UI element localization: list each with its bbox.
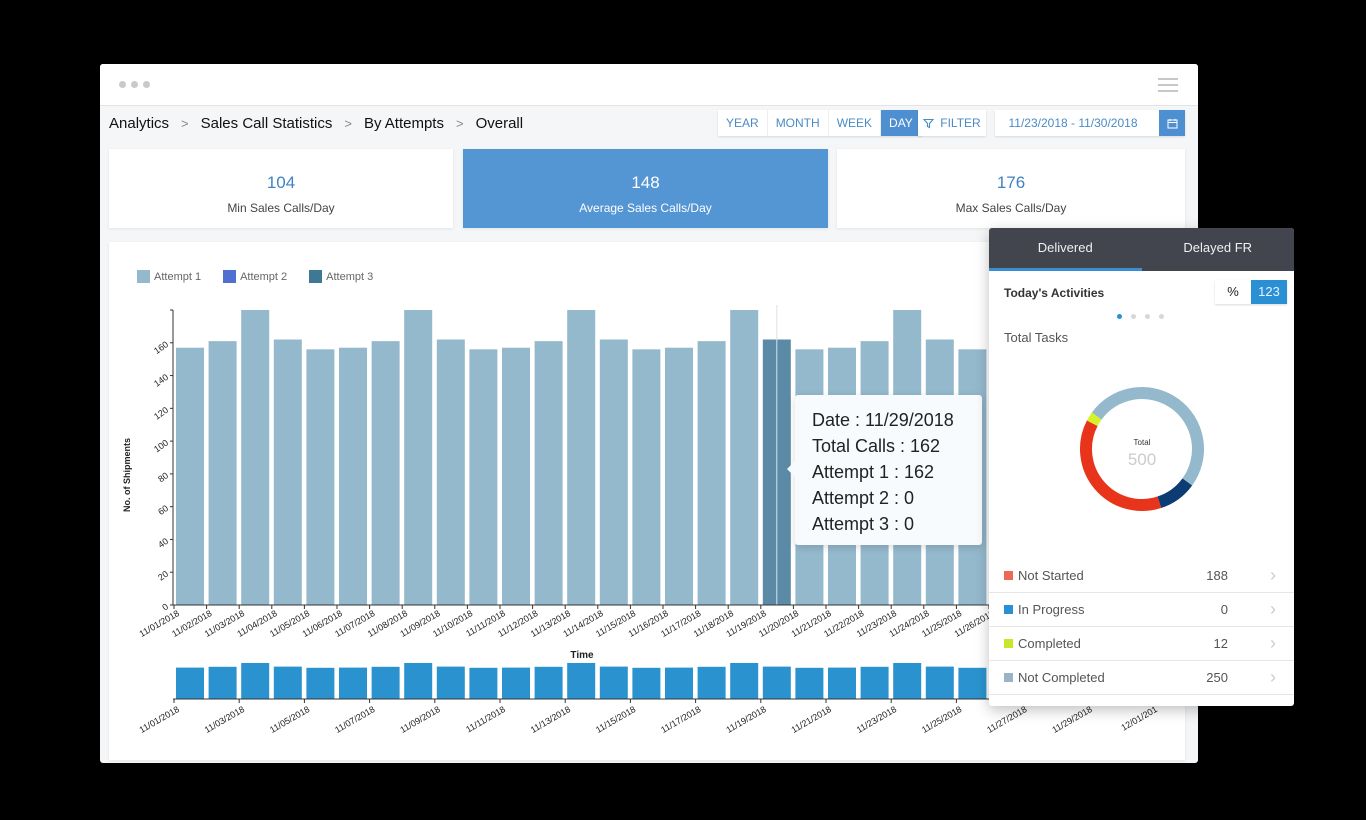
window-dot-icon[interactable]: [131, 81, 138, 88]
pager-dot[interactable]: [1159, 314, 1164, 319]
legend-label: Attempt 3: [326, 270, 374, 283]
item-value: 12: [1213, 636, 1228, 651]
filter-icon: [923, 118, 935, 128]
list-item-not-started[interactable]: Not Started 188 ›: [989, 559, 1294, 593]
breadcrumb-by-attempts[interactable]: By Attempts: [364, 115, 444, 132]
chart-tooltip: Date : 11/29/2018 Total Calls : 162 Atte…: [787, 395, 982, 545]
toggle-count[interactable]: 123: [1251, 280, 1287, 304]
list-item-not-completed[interactable]: Not Completed 250 ›: [989, 661, 1294, 695]
stat-value: 104: [266, 173, 296, 192]
stat-label: Min Sales Calls/Day: [227, 201, 335, 215]
unit-toggle: % 123: [1215, 280, 1287, 304]
chart-legend: Attempt 1 Attempt 2 Attempt 3: [137, 270, 373, 283]
window-dot-icon[interactable]: [119, 81, 126, 88]
period-year-button[interactable]: YEAR: [718, 110, 768, 136]
item-value: 188: [1206, 568, 1228, 583]
stat-label: Average Sales Calls/Day: [579, 201, 712, 215]
legend-swatch: [137, 270, 150, 283]
filter-label: FILTER: [940, 116, 981, 130]
pager-dot[interactable]: [1117, 314, 1122, 319]
donut-segment: [1157, 478, 1193, 508]
legend-swatch: [309, 270, 323, 283]
item-label: Not Started: [1018, 568, 1084, 583]
list-item-in-progress[interactable]: In Progress 0 ›: [989, 593, 1294, 627]
stat-card-max[interactable]: 176 Max Sales Calls/Day: [837, 149, 1185, 228]
tooltip-attempt-3: Attempt 3 : 0: [812, 514, 915, 534]
chevron-right-icon: ›: [1270, 599, 1276, 619]
date-range-picker[interactable]: 11/23/2018 - 11/30/2018: [995, 110, 1185, 136]
legend-label: Attempt 2: [240, 270, 288, 283]
period-selector: YEAR MONTH WEEK DAY: [718, 110, 922, 136]
date-range-value[interactable]: 11/23/2018 - 11/30/2018: [995, 116, 1159, 130]
legend-item-attempt-2[interactable]: Attempt 2: [223, 270, 287, 283]
legend-item-attempt-3[interactable]: Attempt 3: [309, 270, 373, 283]
pager-dot[interactable]: [1145, 314, 1150, 319]
donut-segment: [1086, 412, 1102, 427]
stat-card-average[interactable]: 148 Average Sales Calls/Day: [463, 149, 828, 228]
total-tasks-label: Total Tasks: [1004, 330, 1069, 345]
pager-dot[interactable]: [1131, 314, 1136, 319]
tooltip-total-calls: Total Calls : 162: [812, 436, 941, 456]
legend-item-attempt-1[interactable]: Attempt 1: [137, 270, 201, 283]
window-controls: [119, 81, 150, 88]
list-item-completed[interactable]: Completed 12 ›: [989, 627, 1294, 661]
status-swatch: [1004, 673, 1013, 682]
item-label: In Progress: [1018, 602, 1085, 617]
item-label: Not Completed: [1018, 670, 1105, 685]
item-value: 250: [1206, 670, 1228, 685]
breadcrumb: Analytics > Sales Call Statistics > By A…: [109, 114, 523, 132]
stat-value: 176: [996, 173, 1026, 192]
item-label: Completed: [1018, 636, 1081, 651]
donut-chart: Total 500: [1080, 387, 1204, 511]
stat-value: 148: [631, 173, 660, 192]
period-month-button[interactable]: MONTH: [767, 110, 829, 136]
chevron-right-icon: >: [455, 115, 464, 131]
task-status-list: Not Started 188 › In Progress 0 › Comple…: [989, 559, 1294, 695]
activities-title: Today's Activities: [1004, 286, 1105, 300]
chevron-right-icon: ›: [1270, 565, 1276, 585]
period-week-button[interactable]: WEEK: [828, 110, 882, 136]
tooltip-attempt-2: Attempt 2 : 0: [812, 488, 915, 508]
stat-label: Max Sales Calls/Day: [955, 201, 1067, 215]
legend-swatch: [223, 270, 237, 283]
chevron-right-icon: ›: [1270, 633, 1276, 653]
chevron-right-icon: >: [181, 115, 189, 131]
window-dot-icon[interactable]: [143, 81, 150, 88]
tooltip-attempt-1: Attempt 1 : 162: [812, 462, 935, 482]
panel-tabs: Delivered Delayed FR: [989, 228, 1294, 271]
legend-label: Attempt 1: [154, 270, 202, 283]
chevron-right-icon: >: [344, 115, 352, 131]
calendar-button[interactable]: [1159, 110, 1185, 136]
chevron-right-icon: ›: [1270, 667, 1276, 687]
status-swatch: [1004, 605, 1013, 614]
breadcrumb-overall[interactable]: Overall: [476, 115, 524, 132]
calendar-icon: [1167, 118, 1177, 128]
activities-panel: Delivered Delayed FR Today's Activities …: [989, 228, 1294, 706]
hamburger-icon[interactable]: [1158, 78, 1178, 92]
title-bar: [100, 64, 1198, 106]
tab-delivered[interactable]: Delivered: [989, 228, 1142, 271]
carousel-pager: [1117, 314, 1164, 319]
toggle-percent[interactable]: %: [1215, 280, 1251, 304]
donut-center-label: Total: [1134, 438, 1151, 447]
tab-delayed-fr[interactable]: Delayed FR: [1142, 228, 1295, 271]
donut-center-value: 500: [1128, 450, 1156, 469]
breadcrumb-analytics[interactable]: Analytics: [109, 115, 169, 132]
item-value: 0: [1220, 602, 1228, 617]
status-swatch: [1004, 571, 1013, 580]
status-swatch: [1004, 639, 1013, 648]
stat-card-min[interactable]: 104 Min Sales Calls/Day: [109, 149, 453, 228]
period-day-button[interactable]: DAY: [881, 110, 922, 136]
breadcrumb-sales-call-statistics[interactable]: Sales Call Statistics: [201, 115, 333, 132]
filter-button[interactable]: FILTER: [918, 110, 986, 136]
tooltip-date: Date : 11/29/2018: [812, 410, 954, 430]
